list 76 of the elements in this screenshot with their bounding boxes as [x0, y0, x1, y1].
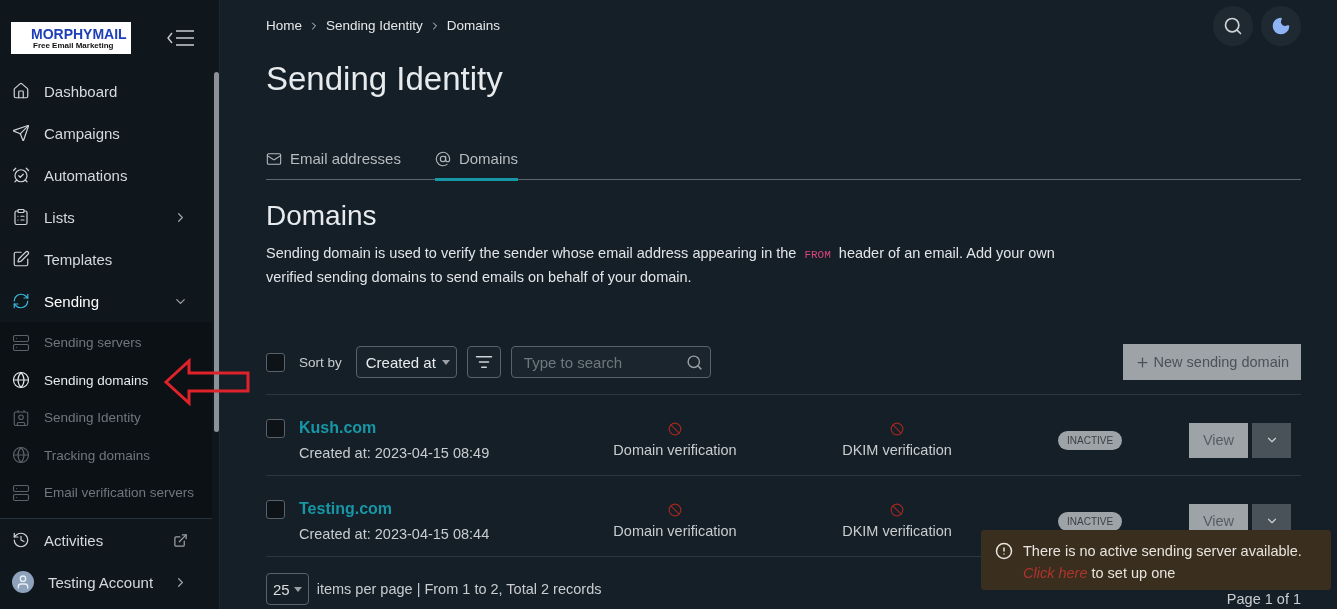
- tab[interactable]: Email addresses: [266, 150, 401, 181]
- nav-icon: [12, 82, 30, 100]
- sort-direction-button[interactable]: [466, 346, 501, 378]
- button-label: New sending domain: [1153, 354, 1289, 370]
- nav-icon: [12, 371, 30, 390]
- nav-icon: [12, 250, 30, 268]
- caret-icon: [293, 586, 302, 592]
- tab-label: Domains: [458, 150, 519, 167]
- status-badge: INACTIVE: [1058, 511, 1123, 531]
- moon-icon: [1271, 16, 1291, 36]
- sidebar-subitem[interactable]: Sending Identity: [0, 399, 145, 437]
- alert-icon: [995, 542, 1013, 560]
- sidebar-subitem[interactable]: Tracking domains: [0, 436, 155, 474]
- nav-icon: [12, 166, 30, 184]
- breadcrumb-link[interactable]: Home: [266, 18, 302, 33]
- nav-icon: [12, 446, 30, 465]
- sidebar-item[interactable]: Dashboard: [0, 70, 212, 112]
- dark-mode-button[interactable]: [1261, 6, 1301, 46]
- page-indicator: Page 1 of 1: [1226, 591, 1301, 607]
- sidebar-subitem[interactable]: Sending servers: [0, 324, 146, 362]
- sidebar-subitem[interactable]: Sending domains: [0, 361, 153, 399]
- per-page-select[interactable]: 25: [266, 573, 309, 605]
- logo[interactable]: MORPHYMAIL Free Email Marketing: [11, 22, 131, 54]
- search-button[interactable]: [1213, 6, 1253, 46]
- nav-icon: [12, 124, 30, 142]
- tab-label: Email addresses: [290, 150, 401, 167]
- sidebar-item[interactable]: Sending: [0, 280, 212, 322]
- domain-link[interactable]: Testing.com: [299, 500, 564, 518]
- verification-label: DKIM verification: [842, 523, 952, 539]
- nav-icon: [12, 408, 30, 427]
- breadcrumb-link[interactable]: Sending Identity: [326, 18, 423, 33]
- search-field[interactable]: Type to search: [510, 346, 711, 378]
- per-page-value: 25: [273, 580, 290, 598]
- sidebar-item[interactable]: Templates: [0, 238, 212, 280]
- collapse-menu-icon[interactable]: [167, 29, 195, 47]
- verification-label: DKIM verification: [842, 442, 952, 458]
- sort-value: Created at: [365, 353, 436, 371]
- sort-label: Sort by: [299, 354, 342, 370]
- external-link-icon: [173, 532, 188, 548]
- pagination-summary: items per page | From 1 to 2, Total 2 records: [316, 581, 602, 597]
- sidebar-item[interactable]: Activities: [0, 519, 212, 561]
- plus-icon: [1134, 354, 1150, 370]
- search-icon: [1223, 16, 1243, 36]
- verification-label: Domain verification: [613, 442, 737, 458]
- envelope-icon: [266, 150, 282, 167]
- created-date: Created at: 2023-04-15 08:49: [299, 445, 491, 461]
- history-icon: [12, 531, 30, 549]
- sidebar-item[interactable]: Testing Account: [0, 561, 212, 603]
- domain-link[interactable]: Kush.com: [299, 419, 564, 437]
- search-icon: [685, 354, 703, 371]
- verification-label: Domain verification: [613, 523, 737, 539]
- tab[interactable]: Domains: [434, 150, 519, 181]
- nav-icon: [12, 208, 30, 226]
- nav-icon: [12, 292, 30, 310]
- section-description: Sending domain is used to verify the sender whose email address appearing in the FROM header of an email. Add your own verified sending domains to send emails on behalf of your domain.: [266, 244, 1056, 287]
- row-checkbox[interactable]: [266, 419, 285, 438]
- nav-icon: [12, 483, 30, 502]
- created-date: Created at: 2023-04-15 08:44: [299, 526, 491, 542]
- sidebar-item[interactable]: Automations: [0, 154, 212, 196]
- page-title: Sending Identity: [266, 60, 504, 98]
- actions-dropdown-button[interactable]: [1252, 422, 1291, 458]
- nav-icon: [12, 333, 30, 352]
- caret-icon: [441, 359, 450, 365]
- sidebar-item[interactable]: Campaigns: [0, 112, 212, 154]
- sort-lines-icon: [474, 353, 493, 371]
- section-heading: Domains: [266, 200, 378, 232]
- at-sign-icon: [434, 150, 451, 167]
- sidebar-item[interactable]: Lists: [0, 196, 212, 238]
- select-all-checkbox[interactable]: [266, 352, 285, 372]
- breadcrumb-link[interactable]: Domains: [446, 18, 501, 33]
- sort-select[interactable]: Created at: [355, 346, 457, 378]
- avatar-icon: [12, 571, 34, 593]
- sidebar-subitem[interactable]: Email verification servers: [0, 474, 199, 512]
- status-badge: INACTIVE: [1058, 430, 1123, 450]
- row-checkbox[interactable]: [266, 500, 285, 519]
- toast-message: There is no active sending server available. Click here to set up one: [1023, 542, 1303, 583]
